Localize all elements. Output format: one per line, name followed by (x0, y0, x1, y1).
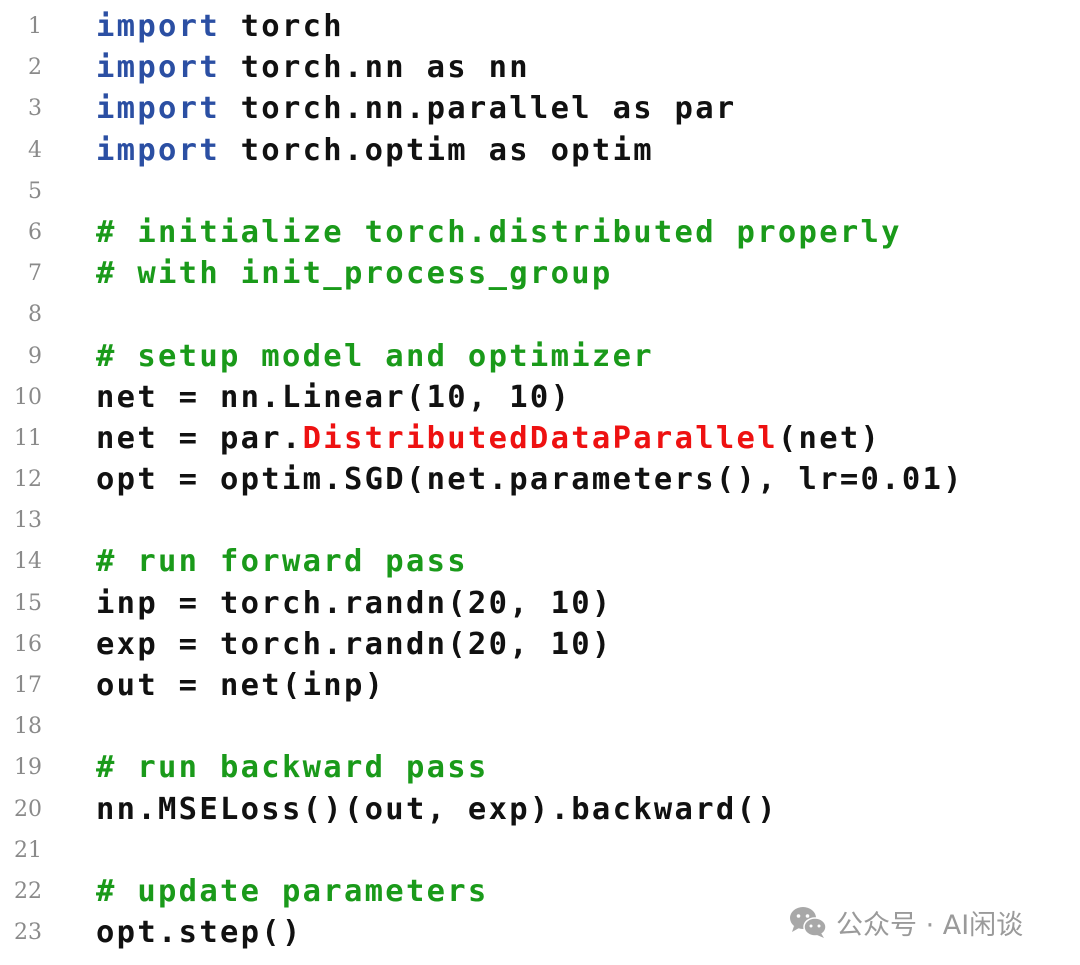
code-line: 15 inp = torch.randn(20, 10) (0, 583, 1080, 624)
code-line: 9 # setup model and optimizer (0, 336, 1080, 377)
code-text: nn.MSELoss()(out, exp).backward() (96, 789, 778, 830)
code-line: 18 (0, 706, 1080, 747)
line-number: 22 (14, 878, 42, 904)
comment-token: # initialize torch.distributed properly (96, 214, 902, 250)
code-text: import torch.nn.parallel as par (96, 88, 737, 129)
code-token: torch.nn.parallel as par (219, 91, 737, 127)
code-token: exp = torch.randn(20, 10) (96, 626, 613, 662)
code-token: net = par. (96, 420, 303, 456)
comment-token: # run forward pass (96, 544, 468, 580)
code-line: 2 import torch.nn as nn (0, 47, 1080, 88)
line-number: 8 (28, 302, 42, 328)
code-line: 13 (0, 500, 1080, 541)
keyword-token: import (96, 50, 220, 86)
highlighted-token: DistributedDataParallel (302, 420, 778, 456)
line-number: 9 (28, 343, 42, 369)
line-number: 21 (14, 837, 42, 863)
code-line: 4 import torch.optim as optim (0, 130, 1080, 171)
code-text: # update parameters (96, 871, 489, 912)
comment-token: # with init_process_group (96, 256, 613, 292)
line-number: 10 (14, 384, 42, 410)
line-number: 14 (14, 549, 42, 575)
comment-token: # setup model and optimizer (96, 338, 654, 374)
code-line: 20 nn.MSELoss()(out, exp).backward() (0, 789, 1080, 830)
line-number: 15 (14, 590, 42, 616)
line-number: 19 (14, 755, 42, 781)
line-number: 13 (14, 508, 42, 534)
line-number: 18 (14, 714, 42, 740)
code-token: (net) (777, 420, 882, 456)
code-line: 7 # with init_process_group (0, 253, 1080, 294)
code-token: torch.optim as optim (219, 132, 654, 168)
code-token: torch.nn as nn (219, 50, 530, 86)
code-text: import torch (96, 6, 344, 47)
comment-token: # run backward pass (96, 750, 489, 786)
watermark: 公众号 · AI闲谈 (788, 900, 1023, 944)
code-line: 10 net = nn.Linear(10, 10) (0, 377, 1080, 418)
keyword-token: import (96, 9, 220, 44)
code-listing: 1 import torch 2 import torch.nn as nn 3 impo… (0, 6, 1080, 953)
comment-token: # update parameters (96, 873, 489, 909)
line-number: 2 (28, 55, 42, 81)
code-text: # setup model and optimizer (96, 336, 654, 377)
code-line: 8 (0, 294, 1080, 335)
code-line: 1 import torch (0, 6, 1080, 47)
code-text: exp = torch.randn(20, 10) (96, 624, 613, 665)
code-line: 21 (0, 830, 1080, 871)
code-line: 3 import torch.nn.parallel as par (0, 88, 1080, 129)
line-number: 3 (28, 96, 42, 122)
keyword-token: import (96, 91, 220, 127)
line-number: 6 (28, 219, 42, 245)
code-text: import torch.nn as nn (96, 47, 530, 88)
code-text: import torch.optim as optim (96, 130, 654, 171)
line-number: 5 (28, 178, 42, 204)
line-number: 16 (14, 631, 42, 657)
code-line: 6 # initialize torch.distributed properly (0, 212, 1080, 253)
code-text: net = nn.Linear(10, 10) (96, 377, 571, 418)
watermark-text: 公众号 · AI闲谈 (836, 909, 1024, 941)
line-number: 12 (14, 467, 42, 493)
code-text: inp = torch.randn(20, 10) (96, 583, 613, 624)
line-number: 1 (28, 14, 42, 39)
line-number: 23 (14, 920, 42, 946)
line-number: 4 (28, 137, 42, 163)
code-line: 11 net = par.DistributedDataParallel(net) (0, 418, 1080, 459)
code-text: opt.step() (96, 912, 303, 953)
line-number: 17 (14, 673, 42, 698)
line-number: 11 (14, 425, 42, 451)
code-text: opt = optim.SGD(net.parameters(), lr=0.0… (96, 459, 964, 500)
code-text: # run backward pass (96, 747, 489, 788)
keyword-token: import (96, 132, 220, 168)
wechat-icon (790, 907, 827, 938)
code-line: 14 # run forward pass (0, 541, 1080, 582)
code-line: 16 exp = torch.randn(20, 10) (0, 624, 1080, 665)
code-token: inp = torch.randn(20, 10) (96, 585, 613, 621)
code-text: # with init_process_group (96, 253, 613, 294)
line-number: 7 (28, 261, 42, 287)
line-number: 20 (14, 796, 42, 822)
code-token: net = nn.Linear(10, 10) (96, 379, 572, 415)
code-line: 19 # run backward pass (0, 747, 1080, 788)
code-text: # initialize torch.distributed properly (96, 212, 902, 253)
code-token: torch (219, 9, 344, 44)
code-token: nn.MSELoss()(out, exp).backward() (96, 791, 778, 827)
code-token: opt.step() (96, 915, 303, 951)
code-token: opt = optim.SGD(net.parameters(), lr=0.0… (96, 462, 964, 498)
code-token: out = net(inp) (96, 668, 386, 703)
code-line: 5 (0, 171, 1080, 212)
code-text: # run forward pass (96, 541, 468, 582)
code-text: out = net(inp) (96, 665, 385, 706)
code-line: 12 opt = optim.SGD(net.parameters(), lr=0… (0, 459, 1080, 500)
code-line: 17 out = net(inp) (0, 665, 1080, 706)
code-text: net = par.DistributedDataParallel(net) (96, 418, 881, 459)
